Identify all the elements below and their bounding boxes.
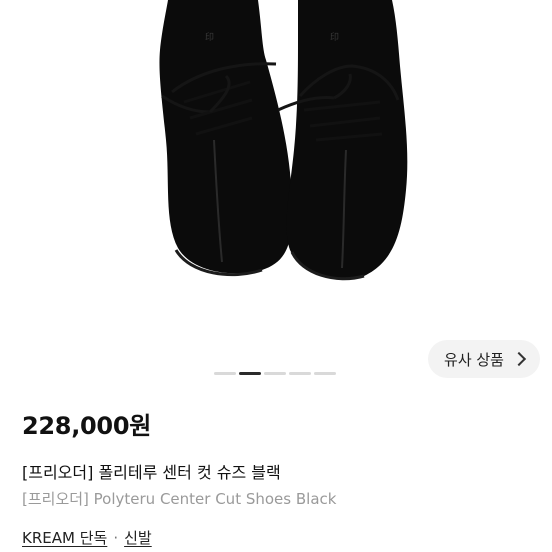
product-meta: KREAM 단독 · 신발 xyxy=(22,527,152,548)
shoes-photo: 印 印 xyxy=(159,0,408,281)
carousel-dot-2[interactable] xyxy=(239,372,261,375)
product-title-ko: [프리오더] 폴리테루 센터 컷 슈즈 블랙 xyxy=(22,463,281,482)
category-link[interactable]: 신발 xyxy=(124,527,152,548)
similar-products-button[interactable]: 유사 상품 xyxy=(428,340,540,378)
product-title-en: [프리오더] Polyteru Center Cut Shoes Black xyxy=(22,490,337,508)
carousel-dot-5[interactable] xyxy=(314,372,336,375)
chevron-right-icon xyxy=(511,351,527,367)
carousel-dot-3[interactable] xyxy=(264,372,286,375)
meta-separator: · xyxy=(113,528,119,547)
product-price: 228,000원 xyxy=(22,412,151,440)
carousel-dot-4[interactable] xyxy=(289,372,311,375)
product-image[interactable]: 印 印 xyxy=(0,0,552,392)
svg-text:印: 印 xyxy=(205,31,214,43)
left-shoe xyxy=(159,0,293,274)
carousel-dot-1[interactable] xyxy=(214,372,236,375)
carousel-indicator[interactable] xyxy=(214,372,336,375)
brand-tag-link[interactable]: KREAM 단독 xyxy=(22,527,107,548)
right-shoe xyxy=(286,0,408,280)
svg-text:印: 印 xyxy=(330,31,339,43)
similar-products-label: 유사 상품 xyxy=(444,350,504,369)
